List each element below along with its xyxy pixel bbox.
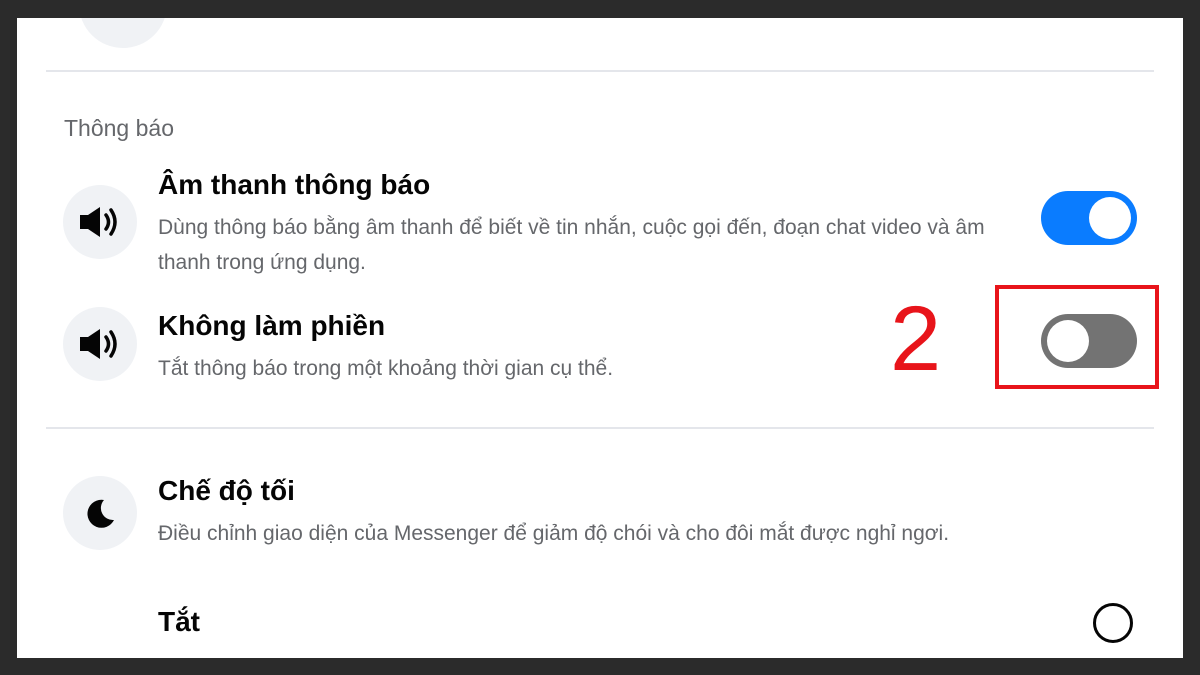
settings-panel: Thông báo Âm thanh thông báo Dùng thông …	[17, 18, 1183, 658]
dark-mode-description: Điều chỉnh giao diện của Messenger để gi…	[158, 522, 950, 545]
divider	[46, 427, 1154, 429]
moon-icon	[63, 476, 137, 550]
annotation-highlight-box	[995, 285, 1159, 389]
dark-mode-option-off-radio[interactable]	[1093, 603, 1133, 643]
dark-mode-title: Chế độ tối	[158, 475, 295, 506]
speaker-icon	[63, 185, 137, 259]
sound-title: Âm thanh thông báo	[158, 169, 431, 200]
toggle-knob	[1089, 197, 1131, 239]
annotation-step-number: 2	[890, 288, 942, 390]
sound-description: Dùng thông báo bằng âm thanh để biết về …	[158, 216, 985, 274]
dnd-title: Không làm phiền	[158, 310, 386, 341]
previous-row-icon	[79, 18, 167, 48]
dnd-description: Tắt thông báo trong một khoảng thời gian…	[158, 357, 614, 380]
sound-toggle[interactable]	[1041, 191, 1137, 245]
dark-mode-option-off-label: Tắt	[158, 606, 200, 637]
section-title-notifications: Thông báo	[64, 115, 174, 141]
divider	[46, 70, 1154, 72]
speaker-icon	[63, 307, 137, 381]
